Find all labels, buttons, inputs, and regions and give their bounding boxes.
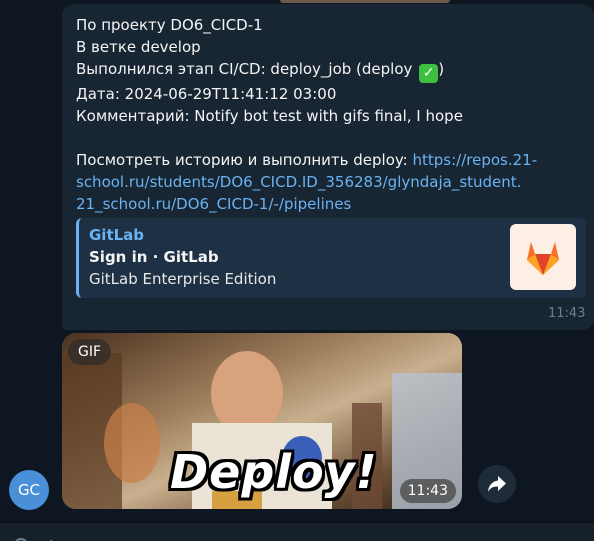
pipelines-link[interactable]: https://repos.21- [413, 151, 538, 169]
link-preview-card[interactable]: GitLab Sign in · GitLab GitLab Enterpris… [76, 218, 586, 298]
pipelines-link-cont-2[interactable]: 21_school.ru/DO6_CICD-1/-/pipelines [76, 193, 580, 215]
message-line-history: Посмотреть историю и выполнить deploy: h… [76, 149, 580, 171]
avatar[interactable]: GC [9, 470, 49, 510]
stage-close-paren: ) [438, 60, 445, 78]
history-prefix: Посмотреть историю и выполнить deploy: [76, 151, 413, 169]
forward-arrow-icon [488, 476, 506, 492]
message-line-date: Дата: 2024-06-29T11:41:12 03:00 [76, 85, 337, 103]
message-timestamp: 11:43 [548, 306, 586, 321]
check-mark-icon: ✓ [419, 64, 439, 83]
previous-media[interactable] [280, 0, 450, 3]
stage-text: Выполнился этап CI/CD: deploy_job (deplo… [76, 60, 413, 78]
message-line-stage: Выполнился этап CI/CD: deploy_job (deplo… [76, 58, 580, 83]
message-line-comment: Комментарий: Notify bot test with gifs f… [76, 107, 463, 125]
gif-caption: Deploy! [170, 445, 378, 499]
pipelines-link-cont-1[interactable]: school.ru/students/DO6_CICD.ID_356283/gl… [76, 171, 580, 193]
gif-timestamp: 11:43 [399, 479, 456, 503]
forward-button[interactable] [478, 465, 516, 503]
preview-description: GitLab Enterprise Edition [89, 270, 277, 288]
gitlab-logo-icon [510, 224, 576, 290]
preview-title: Sign in · GitLab [89, 248, 219, 266]
message-input-bar [0, 522, 594, 541]
gif-badge: GIF [68, 339, 112, 365]
preview-site-name: GitLab [89, 226, 145, 244]
message-line-branch: В ветке develop [76, 38, 201, 56]
message-line-project: По проекту DO6_CICD-1 [76, 16, 263, 34]
gif-message[interactable]: GIF Deploy! 11:43 [62, 333, 462, 509]
chat-area: По проекту DO6_CICD-1 В ветке develop Вы… [0, 0, 594, 522]
